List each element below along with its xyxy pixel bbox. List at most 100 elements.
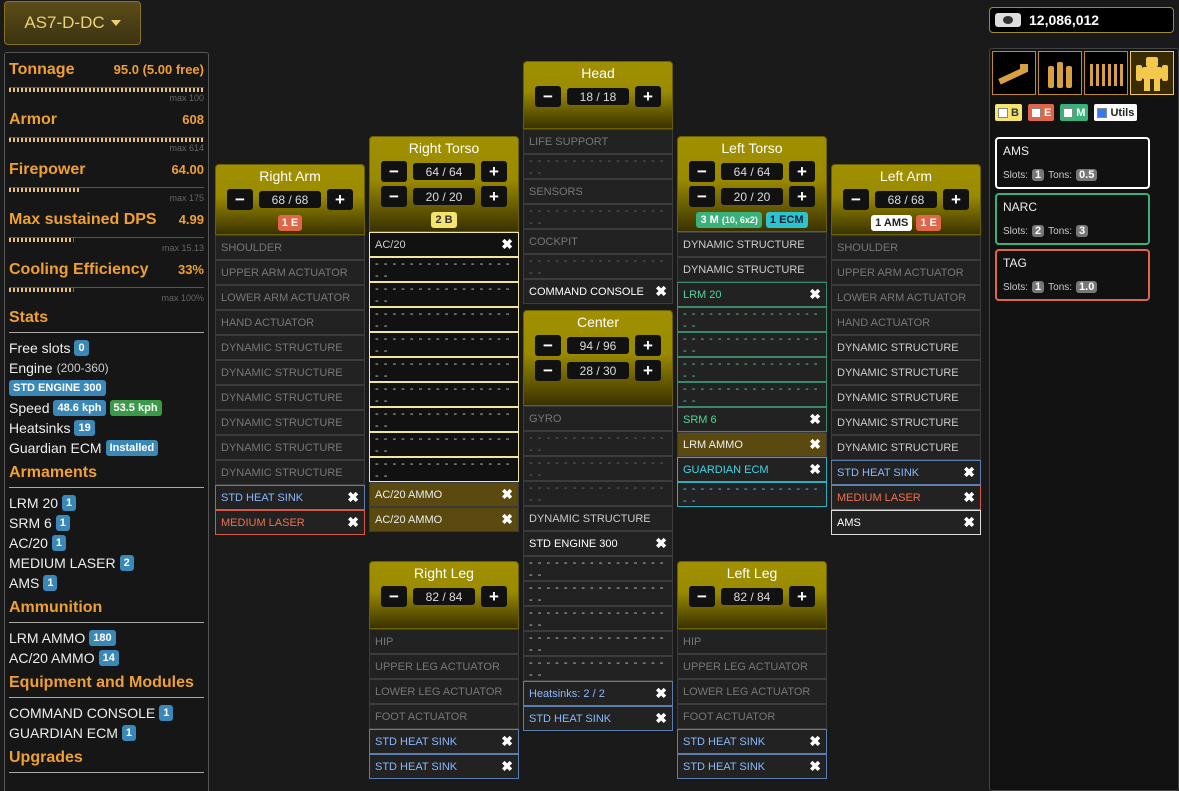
empty-slot[interactable]: - - - - - - - - - - - - - - - - - - <box>523 556 673 581</box>
armor-plus-button[interactable]: + <box>327 189 353 210</box>
variant-dropdown[interactable]: AS7-D-DC <box>4 1 141 45</box>
remove-icon[interactable]: ✖ <box>501 733 513 750</box>
equipment-slot[interactable]: DYNAMIC STRUCTURE <box>831 335 981 360</box>
remove-icon[interactable]: ✖ <box>809 733 821 750</box>
empty-slot[interactable]: - - - - - - - - - - - - - - - - - - <box>523 154 673 179</box>
equipment-slot[interactable]: STD HEAT SINK ✖ <box>523 706 673 731</box>
empty-slot[interactable]: - - - - - - - - - - - - - - - - - - <box>369 307 519 332</box>
equipment-slot[interactable]: DYNAMIC STRUCTURE <box>215 360 365 385</box>
equipment-slot[interactable]: GYRO <box>523 406 673 431</box>
equipment-slot[interactable]: FOOT ACTUATOR <box>369 704 519 729</box>
equipment-slot[interactable]: LRM 20 ✖ <box>677 282 827 307</box>
equipment-slot[interactable]: DYNAMIC STRUCTURE <box>831 360 981 385</box>
empty-slot[interactable]: - - - - - - - - - - - - - - - - - - <box>523 481 673 506</box>
remove-icon[interactable]: ✖ <box>655 685 667 702</box>
remove-icon[interactable]: ✖ <box>809 286 821 303</box>
equipment-slot[interactable]: DYNAMIC STRUCTURE <box>831 410 981 435</box>
remove-icon[interactable]: ✖ <box>963 489 975 506</box>
equipment-slot[interactable]: SHOULDER <box>215 235 365 260</box>
equipment-slot[interactable]: LOWER ARM ACTUATOR <box>831 285 981 310</box>
equipment-slot[interactable]: LOWER LEG ACTUATOR <box>369 679 519 704</box>
armor-minus-button[interactable]: − <box>381 586 407 607</box>
equipment-slot[interactable]: SHOULDER <box>831 235 981 260</box>
ammo-tab-icon[interactable] <box>1038 51 1082 95</box>
empty-slot[interactable]: - - - - - - - - - - - - - - - - - - <box>523 606 673 631</box>
equipment-slot[interactable]: AC/20 AMMO ✖ <box>369 482 519 507</box>
rear-armor-minus-button[interactable]: − <box>535 360 561 381</box>
rear-armor-plus-button[interactable]: + <box>789 186 815 207</box>
armor-minus-button[interactable]: − <box>689 586 715 607</box>
equipment-slot[interactable]: HAND ACTUATOR <box>831 310 981 335</box>
empty-slot[interactable]: - - - - - - - - - - - - - - - - - - <box>523 254 673 279</box>
remove-icon[interactable]: ✖ <box>809 758 821 775</box>
equipment-slot[interactable]: COCKPIT <box>523 229 673 254</box>
armor-plus-button[interactable]: + <box>943 189 969 210</box>
equipment-slot[interactable]: DYNAMIC STRUCTURE <box>677 257 827 282</box>
armor-minus-button[interactable]: − <box>843 189 869 210</box>
equipment-slot[interactable]: SRM 6 ✖ <box>677 407 827 432</box>
empty-slot[interactable]: - - - - - - - - - - - - - - - - - - <box>677 307 827 332</box>
empty-slot[interactable]: - - - - - - - - - - - - - - - - - - <box>369 382 519 407</box>
empty-slot[interactable]: - - - - - - - - - - - - - - - - - - <box>369 282 519 307</box>
armor-minus-button[interactable]: − <box>227 189 253 210</box>
front-armor-plus-button[interactable]: + <box>789 161 815 182</box>
equipment-slot[interactable]: DYNAMIC STRUCTURE <box>677 232 827 257</box>
remove-icon[interactable]: ✖ <box>501 758 513 775</box>
remove-icon[interactable]: ✖ <box>655 710 667 727</box>
equipment-slot[interactable]: LIFE SUPPORT <box>523 129 673 154</box>
utility-item[interactable]: TAG Slots: 1 Tons: 1.0 <box>995 249 1150 301</box>
empty-slot[interactable]: - - - - - - - - - - - - - - - - - - <box>677 332 827 357</box>
equipment-slot[interactable]: GUARDIAN ECM ✖ <box>677 457 827 482</box>
equipment-slot[interactable]: HIP <box>369 629 519 654</box>
front-armor-minus-button[interactable]: − <box>535 335 561 356</box>
front-armor-plus-button[interactable]: + <box>635 335 661 356</box>
equipment-slot[interactable]: UPPER ARM ACTUATOR <box>831 260 981 285</box>
equipment-slot[interactable]: STD ENGINE 300 ✖ <box>523 531 673 556</box>
empty-slot[interactable]: - - - - - - - - - - - - - - - - - - <box>677 382 827 407</box>
equipment-slot[interactable]: DYNAMIC STRUCTURE <box>831 435 981 460</box>
equipment-slot[interactable]: AC/20 ✖ <box>369 232 519 257</box>
equipment-slot[interactable]: MEDIUM LASER ✖ <box>831 485 981 510</box>
empty-slot[interactable]: - - - - - - - - - - - - - - - - - - <box>523 656 673 681</box>
equipment-slot[interactable]: STD HEAT SINK ✖ <box>369 729 519 754</box>
rear-armor-minus-button[interactable]: − <box>689 186 715 207</box>
equipment-slot[interactable]: UPPER LEG ACTUATOR <box>369 654 519 679</box>
empty-slot[interactable]: - - - - - - - - - - - - - - - - - - <box>523 431 673 456</box>
weapons-tab-icon[interactable] <box>992 51 1036 95</box>
utility-tab-icon[interactable] <box>1130 51 1174 95</box>
remove-icon[interactable]: ✖ <box>501 511 513 528</box>
equipment-slot[interactable]: LRM AMMO ✖ <box>677 432 827 457</box>
equipment-slot[interactable]: AMS ✖ <box>831 510 981 535</box>
equipment-slot[interactable]: FOOT ACTUATOR <box>677 704 827 729</box>
equipment-slot[interactable]: MEDIUM LASER ✖ <box>215 510 365 535</box>
filter-utils[interactable]: Utils <box>1094 104 1138 121</box>
equipment-slot[interactable]: LOWER LEG ACTUATOR <box>677 679 827 704</box>
remove-icon[interactable]: ✖ <box>963 514 975 531</box>
armor-minus-button[interactable]: − <box>535 86 561 107</box>
equipment-slot[interactable]: HAND ACTUATOR <box>215 310 365 335</box>
empty-slot[interactable]: - - - - - - - - - - - - - - - - - - <box>369 457 519 482</box>
equipment-slot[interactable]: Heatsinks: 2 / 2 ✖ <box>523 681 673 706</box>
equipment-slot[interactable]: STD HEAT SINK ✖ <box>369 754 519 779</box>
empty-slot[interactable]: - - - - - - - - - - - - - - - - - - <box>523 631 673 656</box>
empty-slot[interactable]: - - - - - - - - - - - - - - - - - - <box>523 204 673 229</box>
remove-icon[interactable]: ✖ <box>347 489 359 506</box>
empty-slot[interactable]: - - - - - - - - - - - - - - - - - - <box>523 581 673 606</box>
empty-slot[interactable]: - - - - - - - - - - - - - - - - - - <box>369 407 519 432</box>
equipment-slot[interactable]: DYNAMIC STRUCTURE <box>215 385 365 410</box>
equipment-slot[interactable]: STD HEAT SINK ✖ <box>677 729 827 754</box>
front-armor-minus-button[interactable]: − <box>381 161 407 182</box>
utility-item[interactable]: NARC Slots: 2 Tons: 3 <box>995 193 1150 245</box>
remove-icon[interactable]: ✖ <box>655 283 667 300</box>
equipment-slot[interactable]: HIP <box>677 629 827 654</box>
rear-armor-plus-button[interactable]: + <box>481 186 507 207</box>
equipment-slot[interactable]: DYNAMIC STRUCTURE <box>523 506 673 531</box>
empty-slot[interactable]: - - - - - - - - - - - - - - - - - - <box>369 257 519 282</box>
equipment-slot[interactable]: STD HEAT SINK ✖ <box>215 485 365 510</box>
armor-plus-button[interactable]: + <box>635 86 661 107</box>
empty-slot[interactable]: - - - - - - - - - - - - - - - - - - <box>369 332 519 357</box>
equipment-slot[interactable]: UPPER LEG ACTUATOR <box>677 654 827 679</box>
equipment-slot[interactable]: COMMAND CONSOLE ✖ <box>523 279 673 304</box>
utility-item[interactable]: AMS Slots: 1 Tons: 0.5 <box>995 137 1150 189</box>
empty-slot[interactable]: - - - - - - - - - - - - - - - - - - <box>369 432 519 457</box>
